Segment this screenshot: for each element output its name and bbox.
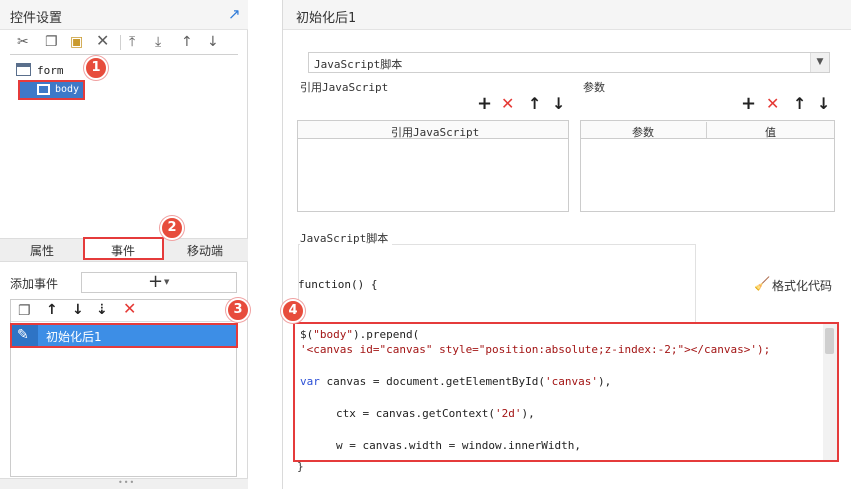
chevron-down-icon[interactable]: ▼ bbox=[810, 53, 829, 72]
expand-icon[interactable]: ↗ bbox=[228, 5, 241, 23]
move-up-icon[interactable]: ↑ bbox=[793, 96, 806, 112]
column-divider bbox=[706, 122, 707, 138]
function-close-brace: } bbox=[297, 460, 304, 473]
move-up-icon[interactable]: ↑ bbox=[528, 96, 541, 112]
script-type-value: JavaScript脚本 bbox=[314, 58, 403, 71]
value-column-header: 值 bbox=[765, 126, 776, 139]
params-label: 参数 bbox=[583, 81, 605, 94]
code-line-4: ctx = canvas.getContext('2d'), bbox=[336, 407, 535, 420]
move-to-bottom-icon[interactable]: ⇣ bbox=[96, 303, 108, 317]
toolbar-underline bbox=[10, 54, 238, 55]
move-up-icon[interactable]: ↑ bbox=[46, 303, 58, 317]
copy-icon[interactable]: ❐ bbox=[45, 35, 58, 49]
paste-icon[interactable]: ▣ bbox=[70, 35, 83, 49]
ref-js-column-header: 引用JavaScript bbox=[391, 126, 480, 139]
tab-events[interactable]: 事件 bbox=[111, 242, 135, 259]
tab-mobile[interactable]: 移动端 bbox=[187, 242, 223, 259]
param-column-header: 参数 bbox=[632, 126, 654, 139]
delete-param-icon[interactable]: ✕ bbox=[766, 96, 779, 112]
callout-badge-3: 3 bbox=[226, 298, 250, 322]
js-script-label: JavaScript脚本 bbox=[300, 230, 393, 246]
add-ref-js-icon[interactable]: + bbox=[477, 95, 492, 113]
add-param-icon[interactable]: + bbox=[741, 95, 756, 113]
cut-icon[interactable]: ✂ bbox=[17, 35, 29, 49]
move-down-icon[interactable]: ↓ bbox=[207, 35, 219, 49]
format-code-button[interactable]: 格式化代码 bbox=[772, 277, 832, 294]
brush-icon[interactable]: 🧹 bbox=[754, 277, 770, 292]
body-icon bbox=[37, 84, 50, 95]
function-header: function() { bbox=[298, 278, 378, 291]
event-editor-title: 初始化后1 bbox=[296, 11, 356, 26]
grip-icon[interactable]: ••• bbox=[118, 478, 135, 487]
tree-item-form[interactable]: form bbox=[37, 64, 64, 77]
pencil-icon[interactable]: ✎ bbox=[17, 328, 29, 342]
chevron-down-icon: ▼ bbox=[164, 278, 170, 286]
ref-js-label: 引用JavaScript bbox=[300, 81, 389, 94]
move-down-icon[interactable]: ↓ bbox=[72, 303, 84, 317]
params-table-header bbox=[581, 121, 834, 139]
delete-event-icon[interactable]: ✕ bbox=[123, 301, 136, 317]
code-line-2: '<canvas id="canvas" style="position:abs… bbox=[300, 343, 771, 356]
copy-event-icon[interactable]: ❐ bbox=[18, 304, 31, 318]
callout-badge-2: 2 bbox=[160, 216, 184, 240]
move-down-icon[interactable]: ↓ bbox=[817, 96, 830, 112]
callout-badge-4: 4 bbox=[281, 299, 305, 323]
move-bottom-icon[interactable]: ⤓ bbox=[155, 35, 161, 49]
tab-properties[interactable]: 属性 bbox=[30, 242, 54, 259]
code-line-1: $("body").prepend( bbox=[300, 328, 420, 341]
callout-badge-1: 1 bbox=[84, 56, 108, 80]
tree-item-body-label: body bbox=[55, 84, 80, 95]
control-settings-title: 控件设置 bbox=[10, 11, 63, 26]
code-scroll-thumb[interactable] bbox=[825, 328, 834, 354]
delete-ref-js-icon[interactable]: ✕ bbox=[501, 96, 514, 112]
move-up-icon[interactable]: ↑ bbox=[181, 35, 193, 49]
toolbar-divider bbox=[120, 35, 121, 50]
move-down-icon[interactable]: ↓ bbox=[552, 96, 565, 112]
event-row-label: 初始化后1 bbox=[46, 330, 102, 344]
plus-icon: + bbox=[148, 271, 164, 292]
code-line-3: var canvas = document.getElementById('ca… bbox=[300, 375, 612, 388]
move-top-icon[interactable]: ⤒ bbox=[129, 35, 135, 49]
add-event-label: 添加事件 bbox=[10, 277, 59, 291]
delete-icon[interactable]: ✕ bbox=[96, 33, 109, 49]
form-icon bbox=[16, 63, 31, 76]
code-line-5: w = canvas.width = window.innerWidth, bbox=[336, 439, 582, 452]
event-editor-header bbox=[283, 0, 851, 30]
